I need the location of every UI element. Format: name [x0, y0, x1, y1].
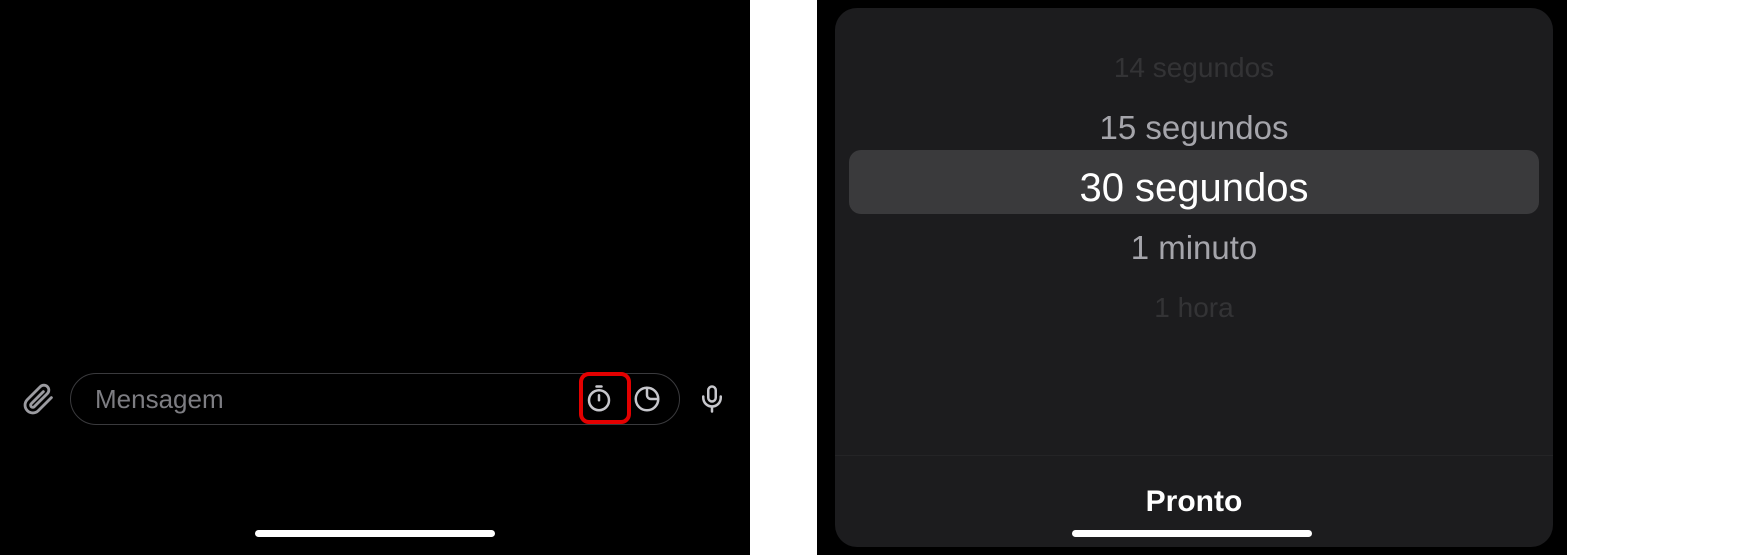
message-input-container [70, 373, 680, 425]
attach-button[interactable] [20, 381, 56, 417]
chat-screen [0, 0, 750, 555]
input-bar [0, 373, 750, 425]
sticker-button[interactable] [627, 379, 667, 419]
microphone-icon [697, 382, 727, 416]
picker-option-selected[interactable]: 30 segundos [835, 158, 1553, 218]
home-indicator[interactable] [1072, 530, 1312, 537]
timer-button[interactable] [579, 379, 619, 419]
picker-option[interactable]: 15 segundos [835, 98, 1553, 158]
paperclip-icon [21, 382, 55, 416]
messages-area [0, 0, 750, 555]
timer-icon [584, 384, 614, 414]
timer-picker-screen: 14 segundos 15 segundos 30 segundos 1 mi… [817, 0, 1567, 555]
home-indicator[interactable] [255, 530, 495, 537]
picker-option[interactable]: 1 minuto [835, 218, 1553, 278]
message-input[interactable] [95, 384, 571, 415]
duration-picker[interactable]: 14 segundos 15 segundos 30 segundos 1 mi… [835, 8, 1553, 455]
sticker-icon [632, 384, 662, 414]
voice-button[interactable] [694, 381, 730, 417]
picker-option[interactable]: 1 hora [835, 278, 1553, 338]
picker-option[interactable]: 14 segundos [835, 38, 1553, 98]
picker-options-list: 14 segundos 15 segundos 30 segundos 1 mi… [835, 8, 1553, 455]
panel-divider [750, 0, 817, 555]
picker-sheet: 14 segundos 15 segundos 30 segundos 1 mi… [835, 8, 1553, 547]
